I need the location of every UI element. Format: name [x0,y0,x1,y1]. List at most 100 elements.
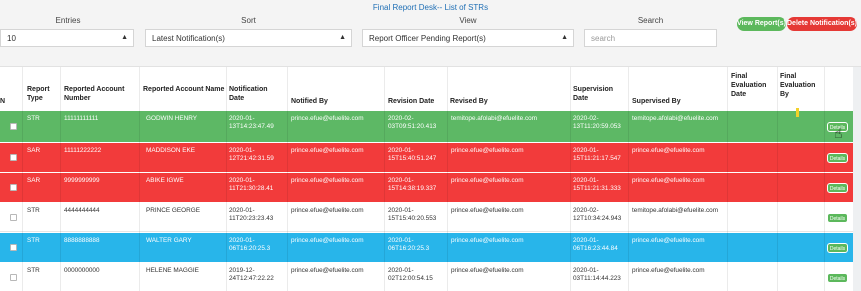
cell-notified-by: prince.efue@efuelite.com [291,237,364,244]
text-cursor-marker [796,108,799,117]
header-supervised-by: Supervised By [632,98,681,105]
cell-supervised-by: prince.efue@efuelite.com [632,147,705,154]
cell-report-type: SAR [27,147,41,154]
cell-account-name: ABIKE IGWE [146,177,184,184]
cell-supervision-date: 2020-02-12T10:34:24.943 [573,207,622,222]
entries-value: 10 [7,34,16,43]
header-revision-date: Revision Date [388,98,435,105]
row-checkbox[interactable] [10,154,17,161]
row-checkbox[interactable] [10,123,17,130]
cell-revision-date: 2020-01-06T16:20:25.3 [388,237,430,252]
header-notification-date: Notification Date [229,86,268,102]
cell-supervision-date: 2020-01-03T11:14:44.223 [573,267,621,282]
header-account-name: Reported Account Name [143,86,225,93]
cell-revision-date: 2020-01-15T15:40:51.247 [388,147,437,162]
details-button[interactable]: Details [827,243,848,253]
delete-notifications-button[interactable]: Delete Notification(s) [787,17,857,31]
cell-account-number: 9999999999 [64,177,100,184]
details-button[interactable]: Details [827,153,848,163]
view-label: View [459,16,477,25]
cell-supervision-date: 2020-02-13T11:20:59.053 [573,115,621,130]
view-select[interactable]: Report Officer Pending Report(s) ▲︎ [362,29,574,47]
table-row[interactable]: STR 8888888888 WALTER GARY 2020-01-06T16:20… [0,233,853,262]
cell-report-type: SAR [27,177,41,184]
cell-supervised-by: temitope.afolabi@efuelite.com [632,207,719,214]
sort-label: Sort [241,16,256,25]
row-checkbox[interactable] [10,214,17,221]
cell-notification-date: 2020-01-11T20:23:23.43 [229,207,274,222]
view-caret-icon: ▲︎ [561,34,568,41]
table-row[interactable]: SAR 11111222222 MADDISON EKE 2020-01-12T21:… [0,143,853,172]
table-row[interactable]: SAR 9999999999 ABIKE IGWE 2020-01-11T21:30:… [0,173,853,202]
cell-supervision-date: 2020-01-15T11:21:31.333 [573,177,621,192]
cell-account-number: 4444444444 [64,207,100,214]
cell-report-type: STR [27,115,40,122]
sort-caret-icon: ▲︎ [339,34,346,41]
cell-notified-by: prince.efue@efuelite.com [291,147,364,154]
cell-account-number: 11111111111 [64,115,99,122]
cell-notification-date: 2020-01-12T21:42:31.59 [229,147,274,162]
header-truncated: N [0,98,6,105]
cell-revised-by: prince.efue@efuelite.com [451,267,524,274]
details-button[interactable]: Details [827,213,848,223]
entries-label: Entries [55,16,81,25]
cell-report-type: STR [27,207,40,214]
cell-supervised-by: prince.efue@efuelite.com [632,177,705,184]
cell-revised-by: prince.efue@efuelite.com [451,177,524,184]
scrollbar[interactable] [853,67,861,291]
str-table: N Report Type Reported Account Number Re… [0,66,861,291]
view-reports-button[interactable]: View Report(s) [737,17,786,31]
cell-revision-date: 2020-01-15T14:38:19.337 [388,177,437,192]
entries-select[interactable]: 10 ▲︎ [0,29,134,47]
cell-supervision-date: 2020-01-06T16:23:44.84 [573,237,618,252]
cell-revised-by: prince.efue@efuelite.com [451,237,524,244]
header-report-type: Report Type [27,86,50,102]
cell-notification-date: 2020-01-06T16:20:25.3 [229,237,271,252]
cell-notification-date: 2020-01-11T21:30:28.41 [229,177,274,192]
details-button[interactable]: Details [827,183,848,193]
cell-account-number: 11111222222 [64,147,102,154]
header-notified-by: Notified By [291,98,328,105]
cell-account-number: 8888888888 [64,237,100,244]
sort-value: Latest Notification(s) [152,34,225,43]
cell-account-name: WALTER GARY [146,237,192,244]
cell-account-name: HELENE MAGGIE [146,267,199,274]
header-supervision-date: Supervision Date [573,86,614,102]
table-row[interactable]: STR 11111111111 GODWIN HENRY 2020-01-13T14:… [0,111,853,142]
cell-report-type: STR [27,267,40,274]
mouse-pointer-icon: ☝︎ [834,125,843,141]
cell-notified-by: prince.efue@efuelite.com [291,207,364,214]
page-title: Final Report Desk-- List of STRs [372,3,489,12]
cell-notification-date: 2020-01-13T14:23:47.49 [229,115,274,130]
cell-account-name: PRINCE GEORGE [146,207,200,214]
header-final-eval-by: Final Evaluation By [780,73,816,98]
table-row[interactable]: STR 0000000000 HELENE MAGGIE 2019-12-24T12:… [0,263,853,291]
cell-revision-date: 2020-02-03T09:51:20.413 [388,115,437,130]
cell-supervision-date: 2020-01-15T11:21:17.547 [573,147,621,162]
cell-supervised-by: prince.efue@efuelite.com [632,237,705,244]
view-value: Report Officer Pending Report(s) [369,34,486,43]
row-checkbox[interactable] [10,274,17,281]
filter-bar: Final Report Desk-- List of STRs Entries… [0,0,861,66]
row-checkbox[interactable] [10,244,17,251]
entries-caret-icon: ▲︎ [121,34,128,41]
cell-report-type: STR [27,237,40,244]
cell-notified-by: prince.efue@efuelite.com [291,267,364,274]
cell-supervised-by: prince.efue@efuelite.com [632,267,705,274]
cell-notified-by: prince.efue@efuelite.com [291,115,364,122]
cell-notified-by: prince.efue@efuelite.com [291,177,364,184]
cell-notification-date: 2019-12-24T12:47:22.22 [229,267,274,282]
cell-supervised-by: temitope.afolabi@efuelite.com [632,115,719,122]
header-final-eval-date: Final Evaluation Date [731,73,767,98]
details-button[interactable]: Details [827,273,848,283]
row-checkbox[interactable] [10,184,17,191]
table-row[interactable]: STR 4444444444 PRINCE GEORGE 2020-01-11T20:… [0,203,853,232]
cell-account-name: MADDISON EKE [146,147,196,154]
cell-revised-by: prince.efue@efuelite.com [451,147,524,154]
header-account-number: Reported Account Number [64,86,125,102]
cell-revised-by: prince.efue@efuelite.com [451,207,524,214]
cell-revised-by: temitope.afolabi@efuelite.com [451,115,538,122]
search-input[interactable]: search [584,29,717,47]
header-revised-by: Revised By [450,98,488,105]
sort-select[interactable]: Latest Notification(s) ▲︎ [145,29,352,47]
